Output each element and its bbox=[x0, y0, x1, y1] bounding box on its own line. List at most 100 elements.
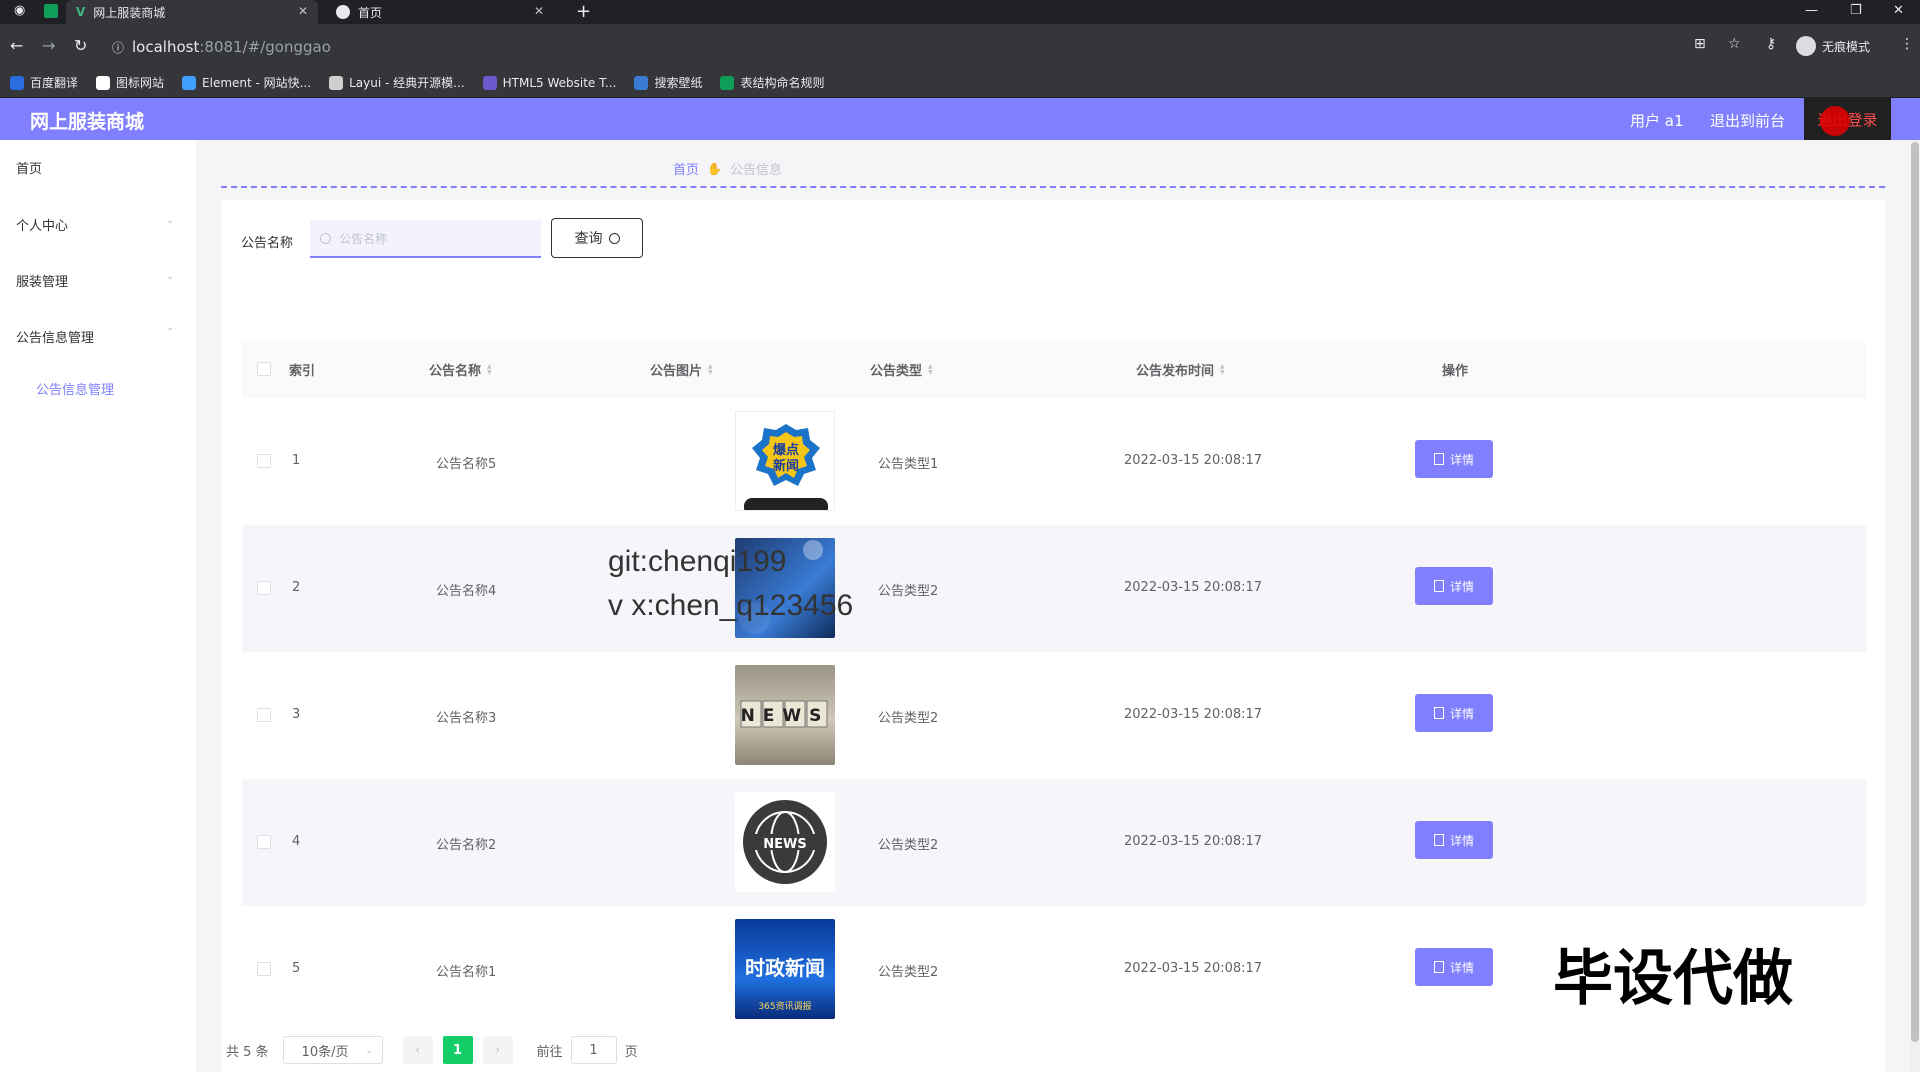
bookmark-icon-site[interactable]: 图标网站 bbox=[96, 74, 164, 91]
col-time-label: 公告发布时间 bbox=[1136, 364, 1215, 379]
minimize-icon[interactable]: — bbox=[1805, 3, 1818, 18]
bookmark-layui[interactable]: Layui - 经典开源模... bbox=[329, 74, 465, 91]
layui-icon bbox=[329, 75, 344, 90]
bookmark-baidu-translate[interactable]: 百度翻译 bbox=[10, 74, 78, 91]
bookmark-label: Element - 网站快... bbox=[202, 76, 312, 90]
chevron-down-icon: ⌄ bbox=[365, 1044, 374, 1056]
bookmark-element[interactable]: Element - 网站快... bbox=[182, 74, 311, 91]
bookmark-label: 图标网站 bbox=[116, 76, 165, 90]
detail-button[interactable]: 详情 bbox=[1415, 694, 1493, 732]
select-all-checkbox[interactable] bbox=[257, 362, 271, 376]
sidebar-subitem-notice-manage[interactable]: 公告信息管理 bbox=[36, 379, 114, 398]
col-type[interactable]: 公告类型 ▲ ▼ bbox=[870, 360, 933, 379]
window-close-icon[interactable]: ✕ bbox=[1893, 3, 1904, 18]
table-row: 3 公告名称3 NEWS 公告类型2 2022-03-15 20:08:17 详… bbox=[242, 652, 1866, 779]
page-size-select[interactable]: 10条/页 ⌄ bbox=[282, 1036, 383, 1064]
detail-button[interactable]: 详情 bbox=[1415, 440, 1493, 478]
star-icon[interactable]: ☆ bbox=[1728, 36, 1741, 52]
news-blocks-image: NEWS bbox=[740, 700, 828, 728]
reload-icon[interactable]: ↻ bbox=[74, 36, 87, 55]
globe-news-image: NEWS bbox=[743, 800, 827, 884]
breadcrumb-home[interactable]: 首页 bbox=[673, 159, 699, 178]
back-icon[interactable]: ← bbox=[10, 36, 23, 55]
key-icon[interactable]: ⚷ bbox=[1766, 36, 1776, 52]
detail-button[interactable]: 详情 bbox=[1415, 948, 1493, 986]
sort-icon[interactable]: ▲ ▼ bbox=[487, 363, 492, 376]
element-icon bbox=[182, 75, 197, 90]
row-checkbox[interactable] bbox=[257, 962, 271, 976]
cell-type: 公告类型2 bbox=[878, 584, 939, 599]
next-page-button[interactable]: › bbox=[482, 1036, 513, 1064]
detail-button[interactable]: 详情 bbox=[1415, 567, 1493, 605]
col-name[interactable]: 公告名称 ▲ ▼ bbox=[429, 360, 492, 379]
cell-time: 2022-03-15 20:08:17 bbox=[1124, 834, 1263, 849]
new-tab-icon[interactable]: + bbox=[576, 1, 591, 22]
more-icon[interactable]: ⋮ bbox=[1900, 36, 1914, 52]
col-action: 操作 bbox=[1442, 364, 1469, 379]
cell-name: 公告名称5 bbox=[436, 457, 497, 472]
chevron-down-icon: ⌄ bbox=[166, 215, 175, 226]
row-checkbox[interactable] bbox=[257, 581, 271, 595]
col-image[interactable]: 公告图片 ▲ ▼ bbox=[650, 360, 713, 379]
restore-icon[interactable]: ❐ bbox=[1850, 3, 1862, 18]
sidebar-item-home[interactable]: 首页 bbox=[16, 158, 42, 177]
sidebar-item-label: 首页 bbox=[16, 162, 43, 177]
prev-page-button[interactable]: ‹ bbox=[402, 1036, 433, 1064]
bookmark-naming[interactable]: 表结构命名规则 bbox=[720, 74, 824, 91]
bookmark-wallpaper[interactable]: 搜索壁纸 bbox=[634, 74, 702, 91]
sort-icon[interactable]: ▲ ▼ bbox=[928, 363, 933, 376]
brand-title: 网上服装商城 bbox=[30, 111, 145, 133]
close-icon[interactable]: ✕ bbox=[534, 4, 544, 18]
row-checkbox[interactable] bbox=[257, 454, 271, 468]
query-button-label: 查询 bbox=[574, 231, 603, 247]
cell-type: 公告类型2 bbox=[878, 711, 939, 726]
incognito-indicator[interactable]: 无痕模式 bbox=[1796, 36, 1870, 56]
detail-button-label: 详情 bbox=[1449, 833, 1474, 848]
search-icon bbox=[608, 232, 620, 244]
tab-shop[interactable]: V 网上服装商城 ✕ bbox=[66, 0, 318, 24]
notice-image[interactable]: NEWS bbox=[735, 792, 835, 892]
document-icon bbox=[1433, 834, 1444, 846]
notice-image[interactable]: 爆点 新闻 bbox=[735, 411, 835, 511]
app-tab-icon[interactable] bbox=[44, 4, 58, 18]
cell-type: 公告类型2 bbox=[878, 838, 939, 853]
notice-image[interactable]: NEWS bbox=[735, 665, 835, 765]
bookmark-html5[interactable]: HTML5 Website T... bbox=[482, 75, 616, 90]
cell-index: 5 bbox=[292, 961, 301, 976]
breaking-news-image: 爆点 新闻 bbox=[736, 412, 834, 510]
cell-name: 公告名称1 bbox=[436, 965, 497, 980]
col-time[interactable]: 公告发布时间 ▲ ▼ bbox=[1136, 360, 1225, 379]
sort-icon[interactable]: ▲ ▼ bbox=[708, 363, 713, 376]
sidebar-item-notice[interactable]: 公告信息管理 ⌃ bbox=[16, 327, 174, 346]
html5-icon bbox=[482, 75, 497, 90]
close-icon[interactable]: ✕ bbox=[298, 4, 308, 18]
page-number[interactable]: 1 bbox=[442, 1036, 473, 1064]
row-checkbox[interactable] bbox=[257, 835, 271, 849]
chrome-menu-icon[interactable]: ◉ bbox=[14, 3, 25, 18]
row-checkbox[interactable] bbox=[257, 708, 271, 722]
search-input[interactable]: 公告名称 bbox=[310, 220, 541, 258]
sidebar-item-clothing[interactable]: 服装管理 ⌄ bbox=[16, 271, 174, 290]
goto-page-input[interactable]: 1 bbox=[570, 1036, 617, 1064]
translate-icon[interactable]: ⊞ bbox=[1694, 36, 1706, 52]
forward-icon[interactable]: → bbox=[42, 36, 55, 55]
scrollbar[interactable] bbox=[1910, 140, 1920, 1072]
detail-button[interactable]: 详情 bbox=[1415, 821, 1493, 859]
sidebar-item-personal[interactable]: 个人中心 ⌄ bbox=[16, 215, 174, 234]
query-button[interactable]: 查询 bbox=[551, 218, 643, 258]
image-text-line1: 爆点 bbox=[773, 442, 799, 458]
chevron-up-icon: ⌃ bbox=[166, 327, 175, 338]
bookmarks-bar: 百度翻译 图标网站 Element - 网站快... Layui - 经典开源模… bbox=[0, 68, 1920, 98]
to-front-link[interactable]: 退出到前台 bbox=[1710, 110, 1785, 131]
doc-icon bbox=[720, 75, 735, 90]
cell-type: 公告类型2 bbox=[878, 965, 939, 980]
cell-index: 1 bbox=[292, 453, 301, 468]
tab-home[interactable]: 首页 ✕ bbox=[326, 0, 554, 24]
sort-icon[interactable]: ▲ ▼ bbox=[1220, 363, 1225, 376]
scrollbar-thumb[interactable] bbox=[1911, 142, 1919, 1042]
sidebar-item-label: 服装管理 bbox=[16, 275, 69, 290]
cell-time: 2022-03-15 20:08:17 bbox=[1124, 707, 1263, 722]
watermark-line2: v x:chen_q123456 bbox=[608, 589, 854, 622]
notice-image[interactable]: 时政新闻 365资讯调报 bbox=[735, 919, 835, 1019]
url-field[interactable]: ⓘ localhost:8081/#/gonggao bbox=[112, 35, 331, 59]
